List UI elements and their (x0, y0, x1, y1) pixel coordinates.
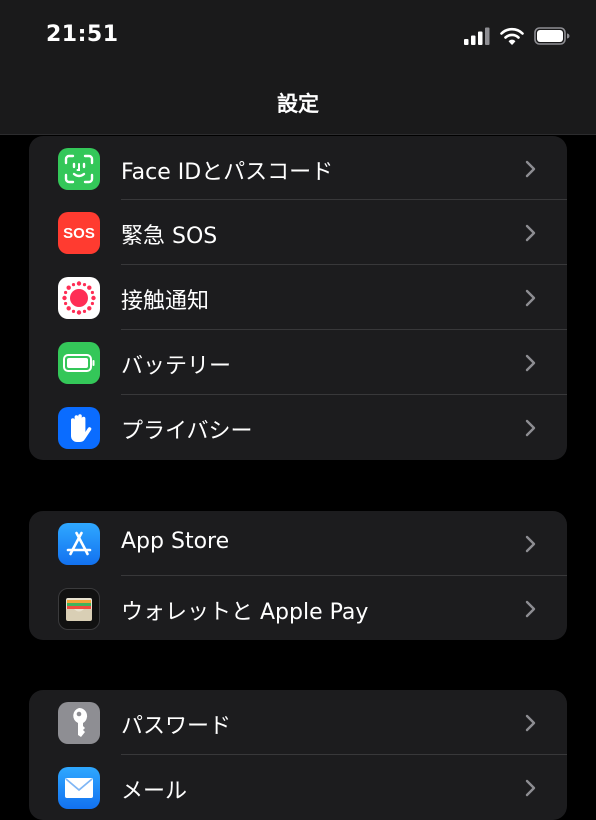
chevron-right-icon (525, 289, 536, 307)
settings-row-privacy[interactable]: プライバシー (29, 395, 567, 460)
battery-icon (58, 342, 100, 384)
chevron-right-icon (525, 535, 536, 553)
battery-status-icon (534, 27, 570, 45)
settings-row-label: プライバシー (121, 419, 253, 444)
chevron-right-icon (525, 600, 536, 618)
status-icons (464, 26, 570, 46)
sos-icon-text: SOS (63, 224, 95, 242)
chevron-right-icon (525, 714, 536, 732)
chevron-right-icon (525, 419, 536, 437)
settings-group-store: App Store ウォレットと Apple Pay (29, 511, 567, 640)
chevron-right-icon (525, 160, 536, 178)
settings-row-label: メール (121, 779, 188, 804)
settings-row-label: 接触通知 (121, 289, 210, 314)
chevron-right-icon (525, 354, 536, 372)
page-title: 設定 (277, 92, 319, 116)
status-bar: 21:51 (0, 0, 596, 72)
wallet-icon (58, 588, 100, 630)
settings-row-wallet[interactable]: ウォレットと Apple Pay (29, 576, 567, 640)
settings-row-app-store[interactable]: App Store (29, 511, 567, 576)
sos-icon: SOS (58, 212, 100, 254)
settings-row-emergency-sos[interactable]: SOS 緊急 SOS (29, 200, 567, 265)
settings-row-label: 緊急 SOS (121, 224, 218, 249)
chevron-right-icon (525, 224, 536, 242)
settings-row-battery[interactable]: バッテリー (29, 330, 567, 395)
settings-row-label: バッテリー (121, 354, 232, 379)
navigation-bar: 設定 (0, 72, 596, 135)
settings-row-label: App Store (121, 529, 230, 554)
settings-row-label: パスワード (121, 714, 232, 739)
exposure-notification-icon (58, 277, 100, 319)
status-time: 21:51 (46, 22, 119, 47)
settings-group-accounts: パスワード メール (29, 690, 567, 820)
settings-row-label: ウォレットと Apple Pay (121, 600, 369, 625)
settings-row-exposure-notifications[interactable]: 接触通知 (29, 265, 567, 330)
settings-row-passwords[interactable]: パスワード (29, 690, 567, 755)
face-id-icon (58, 148, 100, 190)
key-icon (58, 702, 100, 744)
settings-group-security: Face IDとパスコード SOS 緊急 SOS 接触通知 バッテリー プライバ… (29, 136, 567, 460)
mail-icon (58, 767, 100, 809)
settings-row-mail[interactable]: メール (29, 755, 567, 820)
cellular-signal-icon (464, 27, 490, 45)
hand-icon (58, 407, 100, 449)
app-store-icon (58, 523, 100, 565)
chevron-right-icon (525, 779, 536, 797)
settings-row-label: Face IDとパスコード (121, 160, 334, 185)
wifi-icon (500, 27, 524, 45)
settings-row-face-id[interactable]: Face IDとパスコード (29, 136, 567, 200)
